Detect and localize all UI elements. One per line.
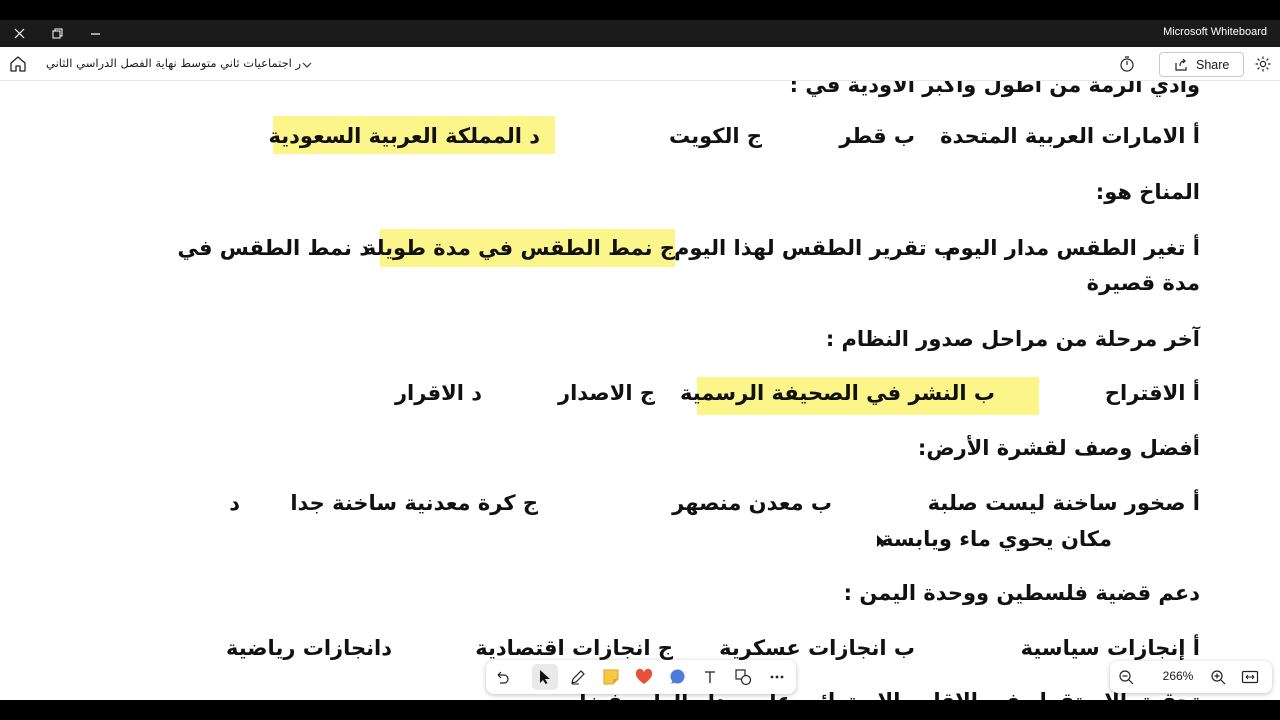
q4-option-a: أ صخور ساخنة ليست صلبة	[927, 491, 1200, 515]
zoom-in-icon	[1211, 670, 1226, 685]
home-button[interactable]	[8, 54, 28, 74]
cursor-pointer-icon	[877, 535, 886, 547]
select-tool[interactable]	[532, 664, 558, 690]
title-dropdown[interactable]	[300, 57, 314, 71]
q5-option-a: أ إنجازات سياسية	[1020, 636, 1200, 660]
reaction-tool[interactable]	[631, 664, 657, 690]
question-2-text: المناخ هو:	[1095, 180, 1200, 204]
more-button[interactable]	[764, 664, 790, 690]
share-button[interactable]: Share	[1159, 52, 1244, 77]
q2-option-a: أ تغير الطقس مدار اليوم	[945, 236, 1200, 260]
restore-icon	[52, 28, 62, 39]
pen-tool[interactable]	[565, 664, 591, 690]
zoom-level[interactable]: 266%	[1156, 669, 1200, 683]
fit-screen-icon	[1241, 670, 1259, 684]
window-titlebar: Microsoft Whiteboard	[0, 20, 1280, 47]
q2-option-d-continued: مدة قصيرة	[1086, 271, 1200, 295]
question-4-text: أفضل وصف لقشرة الأرض:	[917, 436, 1200, 460]
text-tool[interactable]	[697, 664, 723, 690]
fit-to-screen-button[interactable]	[1240, 667, 1260, 687]
comment-icon	[670, 669, 685, 684]
document-title[interactable]: ر اجتماعيات ثاني متوسط نهاية الفصل الدرا…	[46, 56, 301, 70]
q1-option-a: أ الامارات العربية المتحدة	[940, 124, 1200, 148]
sticky-note-icon	[603, 669, 619, 685]
undo-icon	[497, 671, 509, 684]
text-icon	[705, 671, 715, 683]
top-black-bar	[0, 0, 1280, 20]
shapes-icon	[735, 669, 752, 686]
zoom-control: 266%	[1110, 661, 1272, 693]
settings-button[interactable]	[1254, 55, 1272, 73]
zoom-out-icon	[1119, 670, 1134, 685]
whiteboard-canvas[interactable]: وادي الرمة من أطول وأكبر الأودية في : أ …	[0, 81, 1280, 700]
q3-option-b: ب النشر في الصحيفة الرسمية	[680, 381, 995, 405]
q4-option-d: د	[229, 491, 240, 515]
q4-option-b: ب معدن منصهر	[672, 491, 832, 515]
home-icon	[10, 56, 26, 72]
restore-button[interactable]	[38, 20, 76, 47]
heart-icon	[635, 668, 653, 684]
bottom-black-bar	[0, 700, 1280, 720]
q4-option-d-continued: مكان يحوي ماء ويابسة	[881, 527, 1112, 551]
sticky-note-tool[interactable]	[598, 664, 624, 690]
q4-option-c: ج كرة معدنية ساخنة جدا	[290, 491, 538, 515]
q3-option-c: ج الاصدار	[558, 381, 655, 405]
q5-option-d: دانجازات رياضية	[225, 636, 392, 660]
undo-button[interactable]	[489, 664, 515, 690]
pen-icon	[571, 670, 585, 685]
timer-icon	[1120, 56, 1134, 72]
q3-option-a: أ الاقتراح	[1104, 381, 1200, 405]
q5-option-b: ب انجازات عسكرية	[719, 636, 915, 660]
chevron-down-icon	[302, 62, 312, 68]
q1-option-c: ج الكويت	[668, 124, 762, 148]
close-icon	[14, 28, 24, 39]
q3-option-d: د الاقرار	[394, 381, 482, 405]
share-icon	[1175, 58, 1187, 71]
q1-option-d: د المملكة العربية السعودية	[268, 124, 540, 148]
q1-option-b: ب قطر	[839, 124, 915, 148]
app-toolbar: ر اجتماعيات ثاني متوسط نهاية الفصل الدرا…	[0, 47, 1280, 81]
minimize-icon	[90, 33, 100, 35]
shapes-tool[interactable]	[730, 664, 756, 690]
more-icon	[770, 675, 784, 679]
gear-icon	[1255, 56, 1271, 72]
q2-option-c: ج نمط الطقس في مدة طويلة	[363, 236, 675, 260]
zoom-out-button[interactable]	[1116, 667, 1136, 687]
app-title: Microsoft Whiteboard	[1163, 26, 1267, 38]
minimize-button[interactable]	[76, 20, 114, 47]
q2-option-b: ب تقرير الطقس لهذا اليوم	[674, 236, 955, 260]
tools-palette	[486, 660, 796, 694]
select-icon	[540, 670, 550, 684]
q2-option-d: د نمط الطقس في	[177, 236, 371, 260]
comment-tool[interactable]	[664, 664, 690, 690]
question-1-text: وادي الرمة من أطول وأكبر الأودية في :	[789, 81, 1200, 97]
question-5-text: دعم قضية فلسطين ووحدة اليمن :	[843, 581, 1200, 605]
close-button[interactable]	[0, 20, 38, 47]
share-label: Share	[1196, 57, 1230, 72]
question-3-text: آخر مرحلة من مراحل صدور النظام :	[825, 327, 1200, 351]
zoom-in-button[interactable]	[1208, 667, 1228, 687]
timer-button[interactable]	[1118, 55, 1136, 73]
q5-option-c: ج انجازات اقتصادية	[475, 636, 673, 660]
